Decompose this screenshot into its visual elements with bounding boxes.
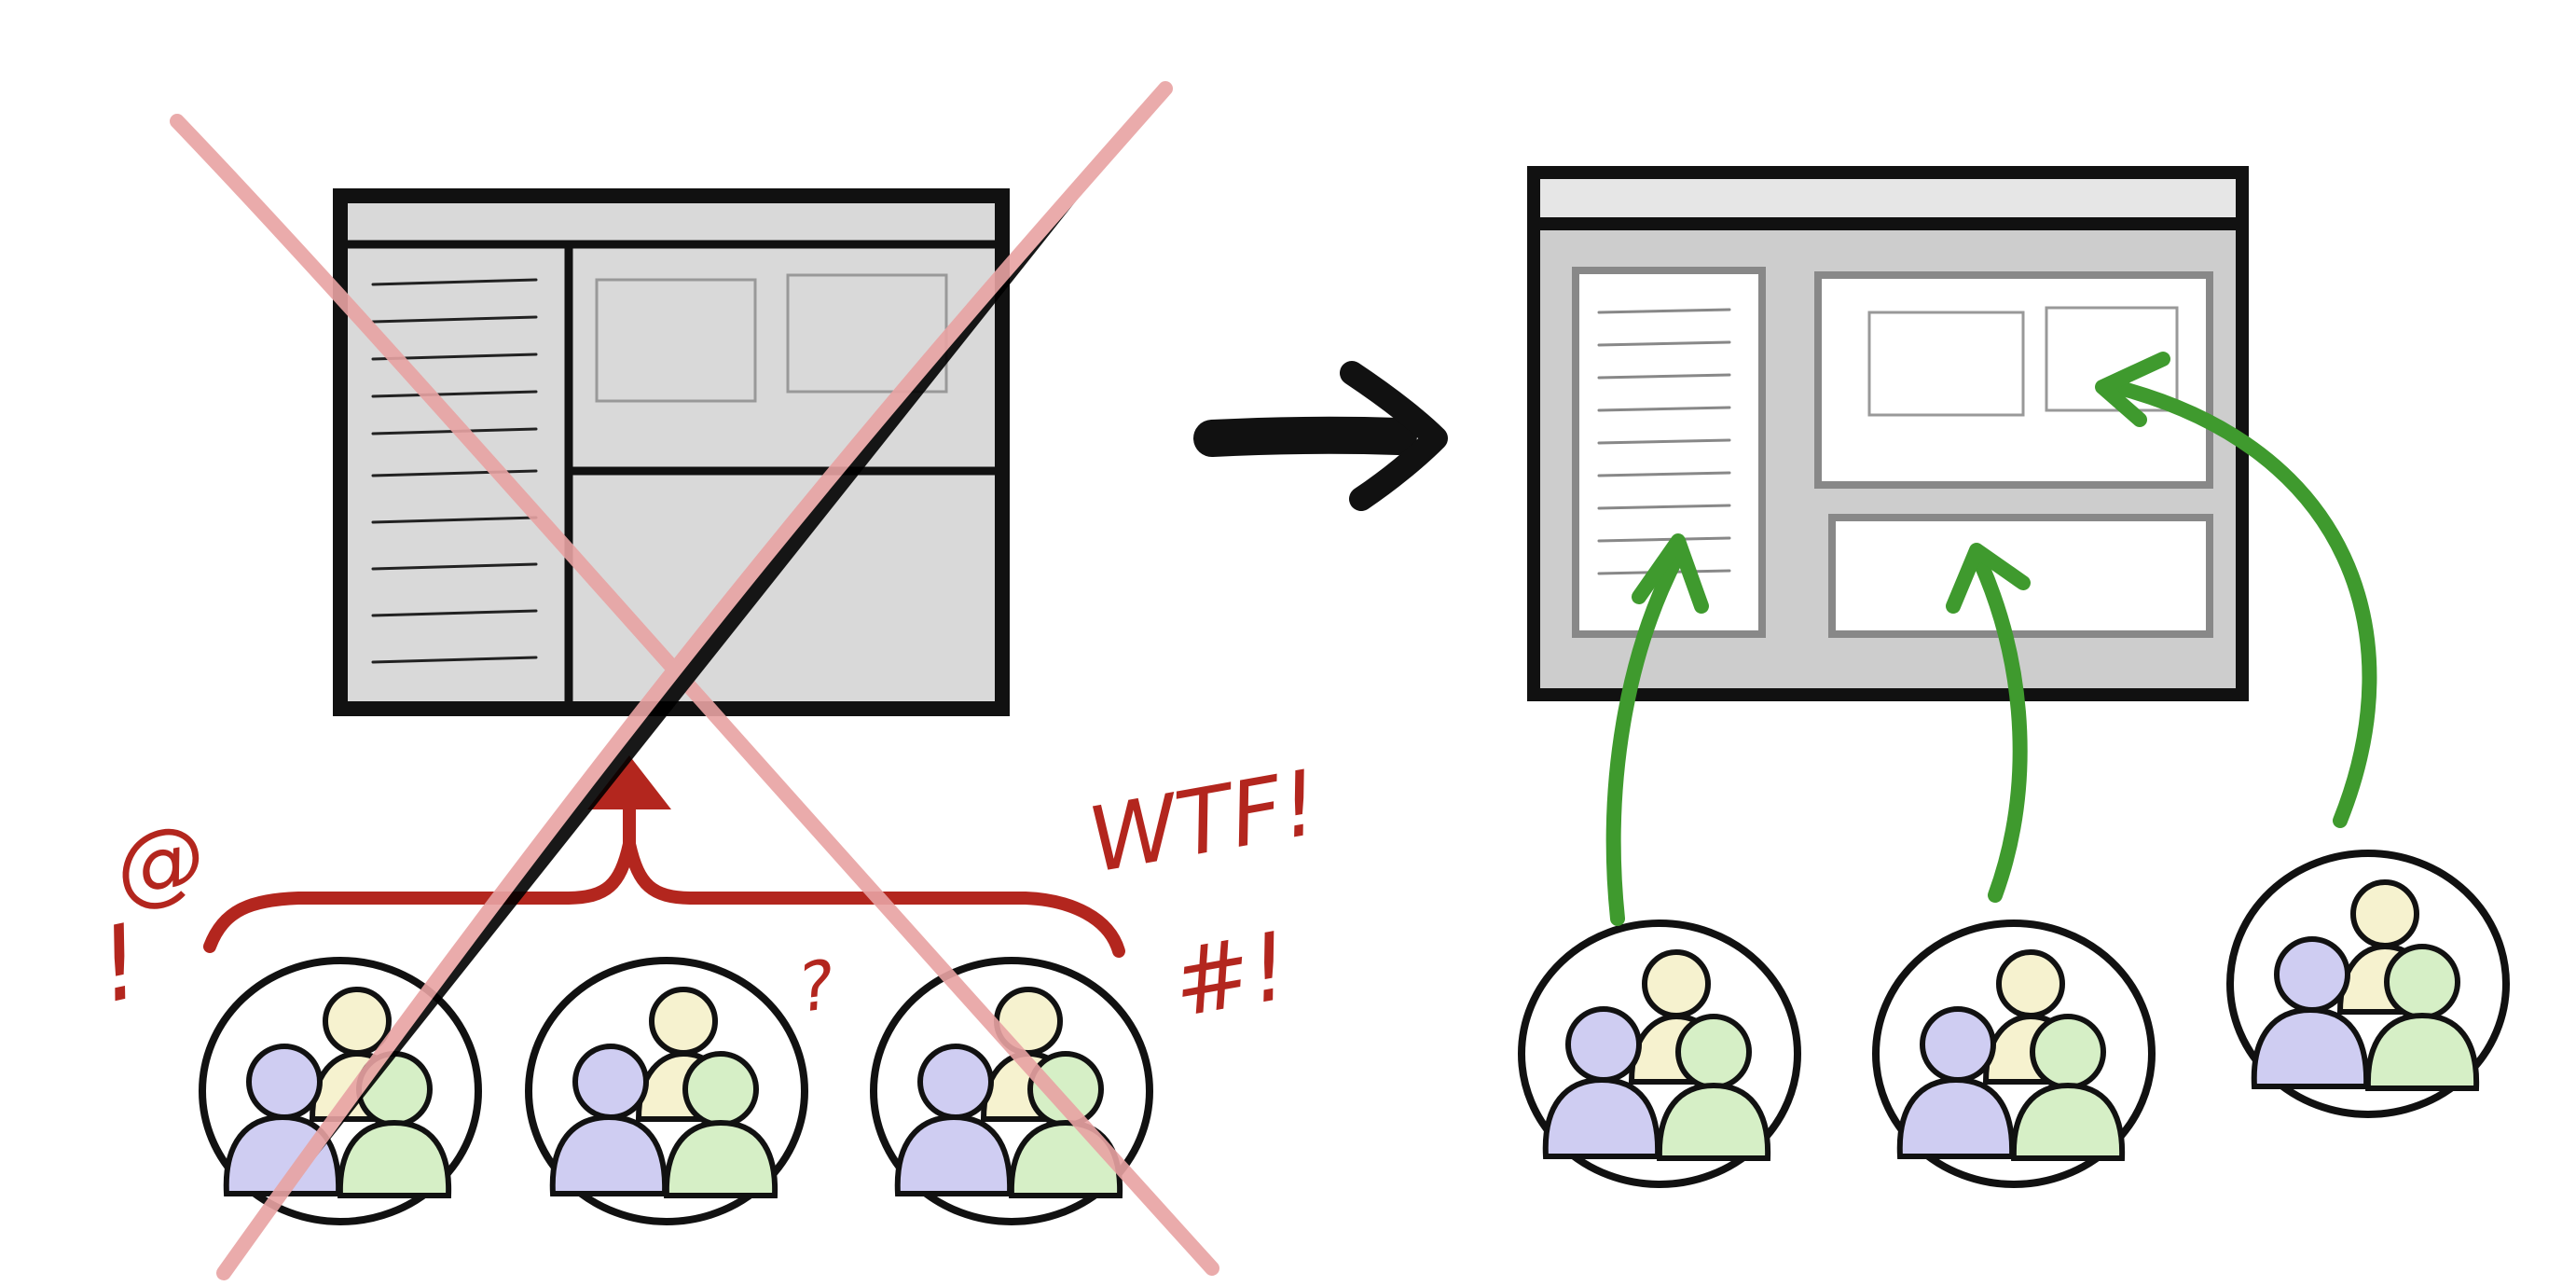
spiral-label: @ xyxy=(107,805,213,921)
right-user-groups xyxy=(1522,853,2506,1184)
hash-label: #! xyxy=(1164,911,1297,1039)
wtf-label: WTF! xyxy=(1081,750,1327,892)
red-bracket-arrow xyxy=(203,786,1125,958)
people-group-icon xyxy=(1522,923,1798,1184)
people-group-icon xyxy=(529,961,805,1222)
monolithic-window-icon xyxy=(333,188,1010,716)
right-arrow-icon xyxy=(1193,361,1448,511)
people-group-icon xyxy=(1876,923,2152,1184)
people-group-icon xyxy=(2230,853,2506,1114)
exclaim-left-label: ! xyxy=(88,901,153,1026)
modular-window-icon xyxy=(1527,166,2249,701)
question-label: ? xyxy=(793,945,840,1028)
people-group-icon xyxy=(874,961,1150,1222)
left-user-groups xyxy=(202,961,1150,1222)
diagram-canvas: ! @ WTF! ? #! xyxy=(0,0,2576,1286)
monolith-to-modular-diagram: ! @ WTF! ? #! xyxy=(88,81,2576,1280)
